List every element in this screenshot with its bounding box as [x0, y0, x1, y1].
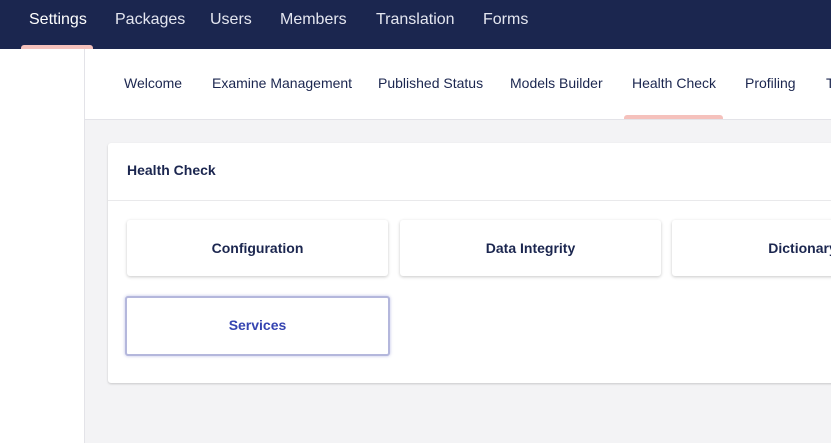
topnav-item-translation[interactable]: Translation: [376, 0, 455, 49]
tab-models-builder[interactable]: Models Builder: [510, 49, 603, 119]
group-card-services[interactable]: Services: [125, 296, 390, 356]
tab-truncated[interactable]: T: [826, 49, 831, 119]
group-card-data-integrity[interactable]: Data Integrity: [400, 220, 661, 276]
dashboard-tabs: Welcome Examine Management Published Sta…: [85, 49, 831, 120]
tab-welcome[interactable]: Welcome: [124, 49, 182, 119]
tab-health-check[interactable]: Health Check: [632, 49, 716, 119]
topnav-item-packages[interactable]: Packages: [115, 0, 185, 49]
section-tree-panel: [0, 49, 85, 443]
tab-profiling[interactable]: Profiling: [745, 49, 796, 119]
topnav-item-users[interactable]: Users: [210, 0, 252, 49]
group-card-dictionary[interactable]: Dictionary: [672, 220, 831, 276]
panel-divider: [108, 200, 831, 201]
panel-title: Health Check: [127, 162, 216, 178]
group-card-configuration[interactable]: Configuration: [127, 220, 388, 276]
topnav-item-members[interactable]: Members: [280, 0, 347, 49]
tab-published-status[interactable]: Published Status: [378, 49, 483, 119]
top-navigation-bar: Settings Packages Users Members Translat…: [0, 0, 831, 49]
topnav-item-forms[interactable]: Forms: [483, 0, 528, 49]
health-check-panel: Health Check Configuration Data Integrit…: [108, 143, 831, 383]
tab-examine-management[interactable]: Examine Management: [212, 49, 352, 119]
tab-active-indicator: [624, 115, 723, 119]
topnav-item-settings[interactable]: Settings: [29, 0, 87, 49]
